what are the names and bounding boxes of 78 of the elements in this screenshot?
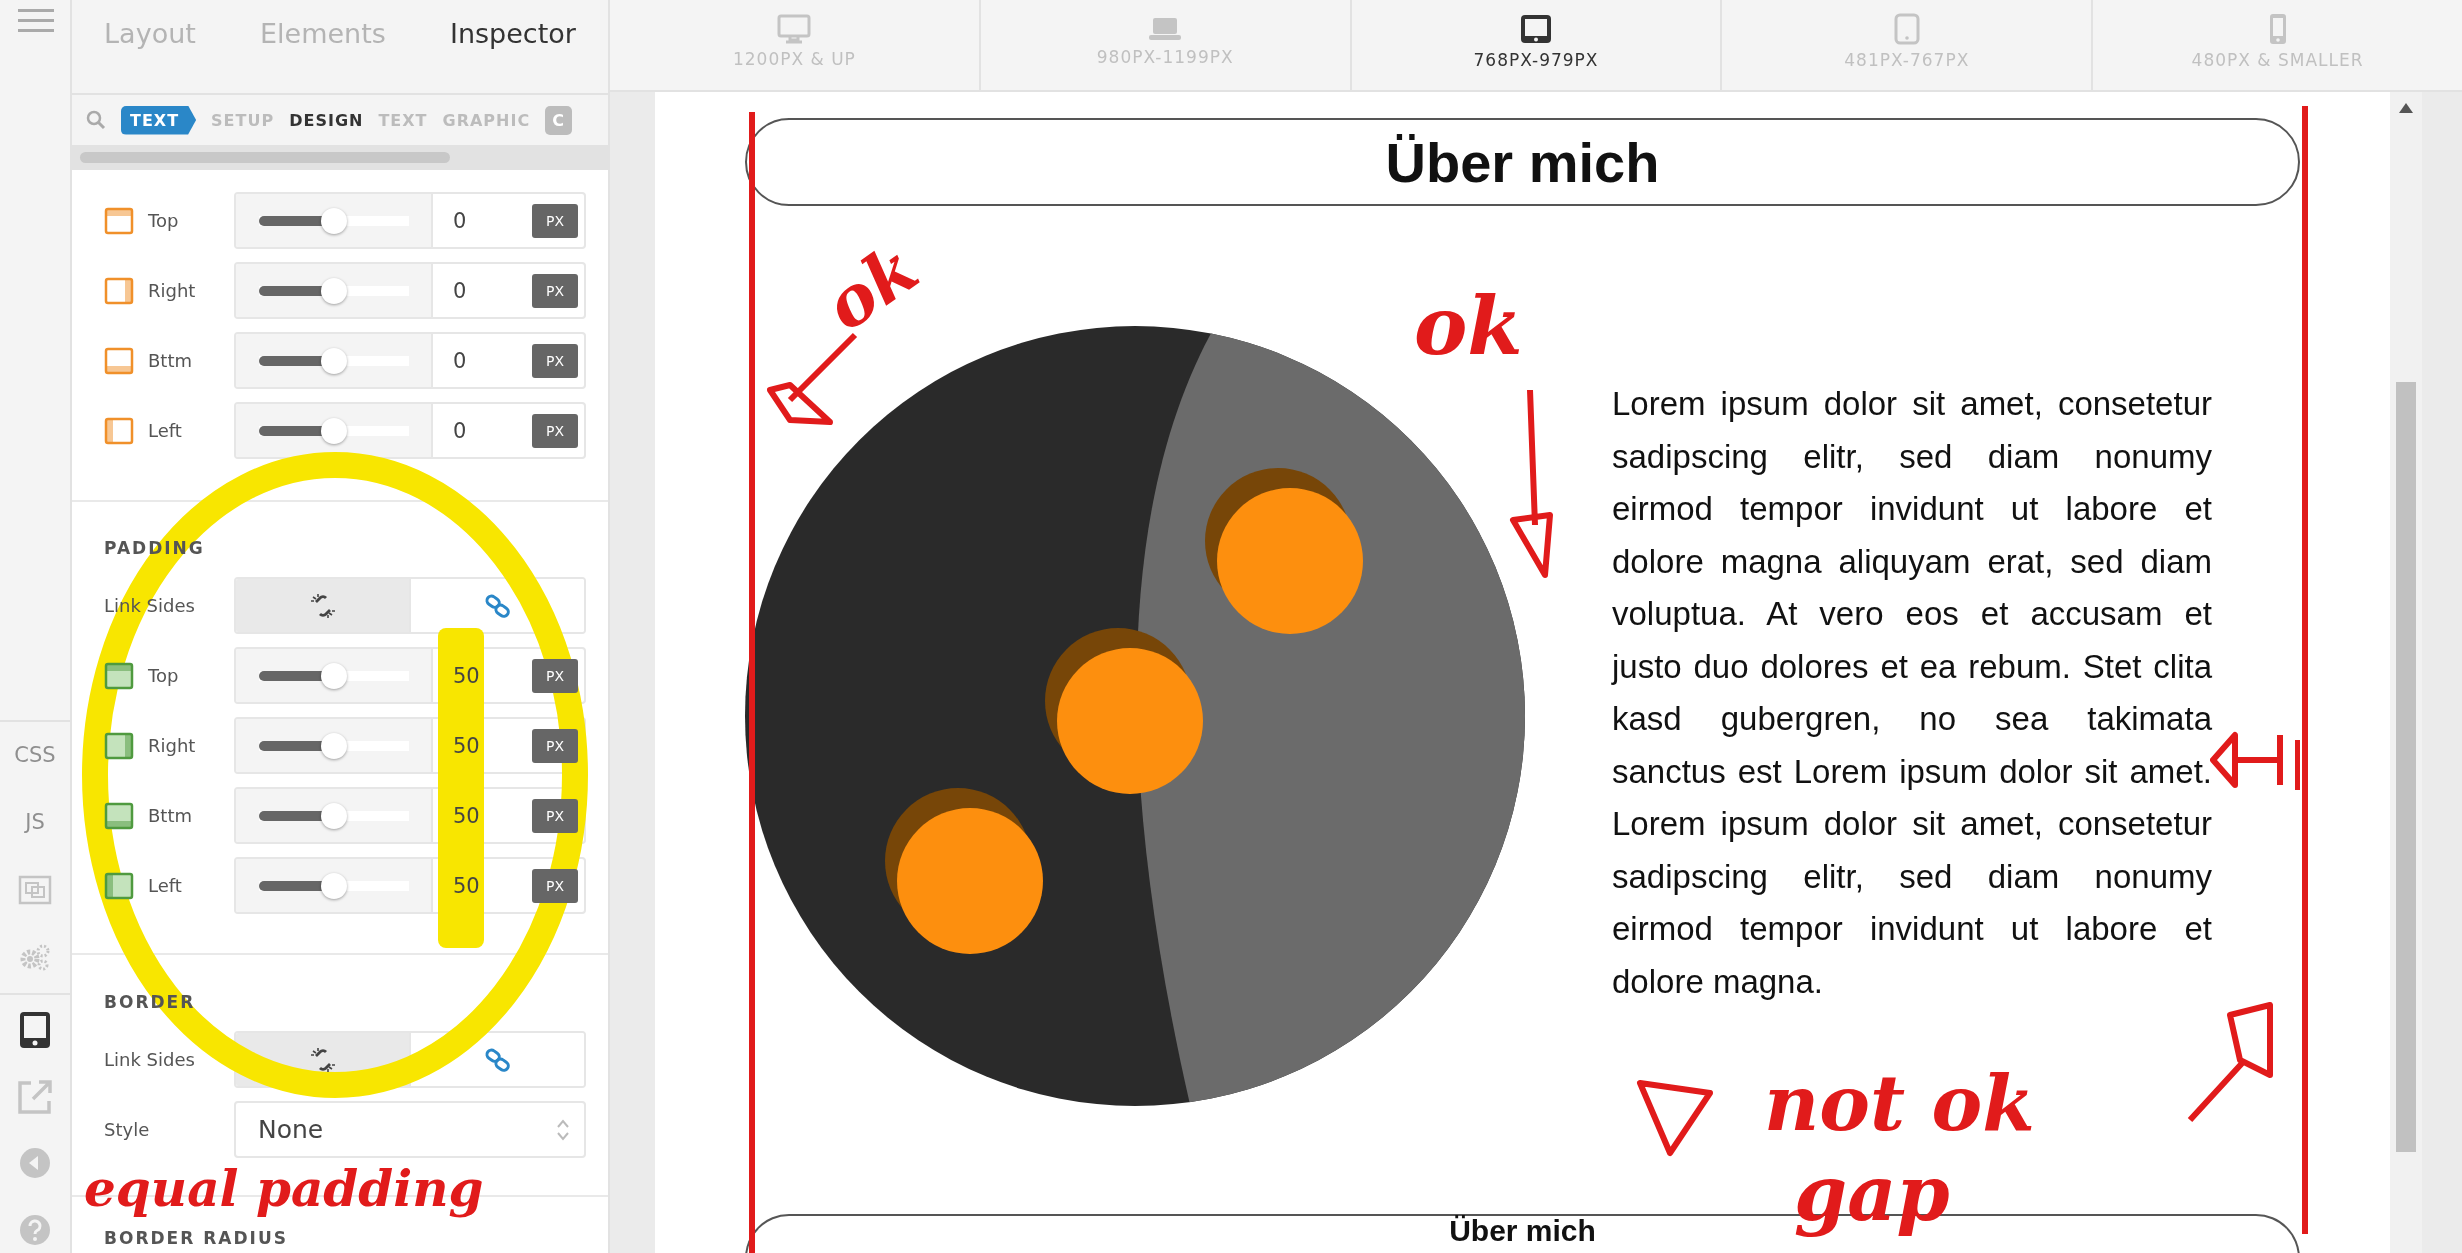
slider-thumb[interactable] — [320, 802, 347, 829]
unit-button[interactable]: PX — [531, 413, 578, 448]
element-type-badge: TEXT — [121, 105, 197, 135]
link-icon — [484, 592, 511, 619]
slider-thumb[interactable] — [320, 277, 347, 304]
number-input[interactable]: 0 — [453, 418, 493, 443]
handwritten-note: not ok — [1763, 1060, 2036, 1148]
left-side-icon — [104, 871, 134, 900]
breakpoint-tab[interactable]: 768PX-979PX — [1351, 0, 1723, 90]
field-label: Top — [148, 210, 179, 231]
tablet-icon[interactable] — [18, 1010, 52, 1050]
menu-icon[interactable] — [18, 8, 54, 34]
scroll-up-icon[interactable] — [2398, 102, 2414, 114]
link-icon — [484, 1046, 511, 1073]
section-heading: Über mich — [745, 118, 2300, 206]
unit-button[interactable]: PX — [531, 203, 578, 238]
back-icon[interactable] — [19, 1147, 51, 1179]
field-label: Bttm — [148, 805, 192, 826]
slider-thumb[interactable] — [320, 347, 347, 374]
tablet-icon — [1893, 12, 1920, 45]
number-input[interactable]: 50 — [453, 663, 493, 688]
field-label: Right — [148, 280, 196, 301]
unit-button[interactable]: PX — [531, 728, 578, 763]
frame-icon[interactable] — [18, 875, 52, 905]
laptop-icon — [1148, 15, 1183, 42]
handwritten-note: ok — [1413, 280, 1524, 372]
inspector-subtab[interactable]: DESIGN — [289, 110, 364, 130]
top-side-icon — [104, 206, 134, 235]
handwritten-note: equal padding — [83, 1160, 485, 1218]
right-side-icon — [104, 731, 134, 760]
panel-tab[interactable]: Inspector — [449, 18, 576, 49]
field-label: Left — [148, 420, 182, 441]
unit-button[interactable]: PX — [531, 868, 578, 903]
scrollbar-thumb[interactable] — [80, 152, 450, 163]
number-input[interactable]: 50 — [453, 803, 493, 828]
unit-button[interactable]: PX — [531, 658, 578, 693]
top-side-icon — [104, 661, 134, 690]
field-label: Right — [148, 735, 196, 756]
help-icon[interactable] — [19, 1214, 51, 1246]
section-heading: BORDER RADIUS — [104, 1228, 288, 1248]
slider-thumb[interactable] — [320, 662, 347, 689]
slider-thumb[interactable] — [320, 417, 347, 444]
style-select[interactable]: None — [234, 1101, 586, 1158]
gears-icon[interactable] — [18, 942, 52, 972]
bottom-side-icon — [104, 346, 134, 375]
unit-button[interactable]: PX — [531, 273, 578, 308]
external-link-icon[interactable] — [17, 1079, 53, 1115]
phone-icon — [2267, 12, 2288, 45]
unit-button[interactable]: PX — [531, 343, 578, 378]
number-input[interactable]: 0 — [453, 208, 493, 233]
unlink-sides-button[interactable] — [236, 579, 409, 632]
left-side-icon — [104, 416, 134, 445]
monitor-icon — [777, 13, 812, 44]
scrollbar-thumb[interactable] — [2396, 382, 2416, 1152]
number-input[interactable]: 0 — [453, 278, 493, 303]
body-paragraph: Lorem ipsum dolor sit amet, consetetur sadipscing elitr, sed diam nonumy eirmod tempor invidunt ut labore et dolore magna aliquyam erat, sed diam voluptua. At vero eos et accusam et justo duo dolores et ea rebum. Stet clita kasd gubergren, no sea takimata sanctus est Lorem ipsum dolor sit amet. Lorem ipsum dolor sit amet, consetetur sadipscing elitr, sed diam nonumy eirmod tempor invidunt ut labore et dolore magna. — [1612, 384, 2212, 1002]
bottom-side-icon — [104, 801, 134, 830]
rail-tab[interactable]: JS — [25, 810, 45, 834]
search-icon[interactable] — [86, 110, 106, 130]
broken-link-icon — [309, 1046, 336, 1073]
handwritten-note: ok — [809, 226, 933, 348]
rail-tab[interactable]: CSS — [14, 743, 56, 767]
slider-thumb[interactable] — [320, 872, 347, 899]
number-input[interactable]: 50 — [453, 873, 493, 898]
slider-thumb[interactable] — [320, 207, 347, 234]
field-label: Left — [148, 875, 182, 896]
tablet-icon — [1519, 12, 1553, 45]
slider-thumb[interactable] — [320, 732, 347, 759]
field-label: Link Sides — [104, 1049, 195, 1070]
broken-link-icon — [309, 592, 336, 619]
field-label: Style — [104, 1119, 150, 1140]
section-heading: Über mich — [1449, 1214, 1596, 1248]
field-label: Bttm — [148, 350, 192, 371]
number-input[interactable]: 50 — [453, 733, 493, 758]
number-input[interactable]: 0 — [453, 348, 493, 373]
unit-button[interactable]: PX — [531, 798, 578, 833]
field-label: Top — [148, 665, 179, 686]
right-side-icon — [104, 276, 134, 305]
